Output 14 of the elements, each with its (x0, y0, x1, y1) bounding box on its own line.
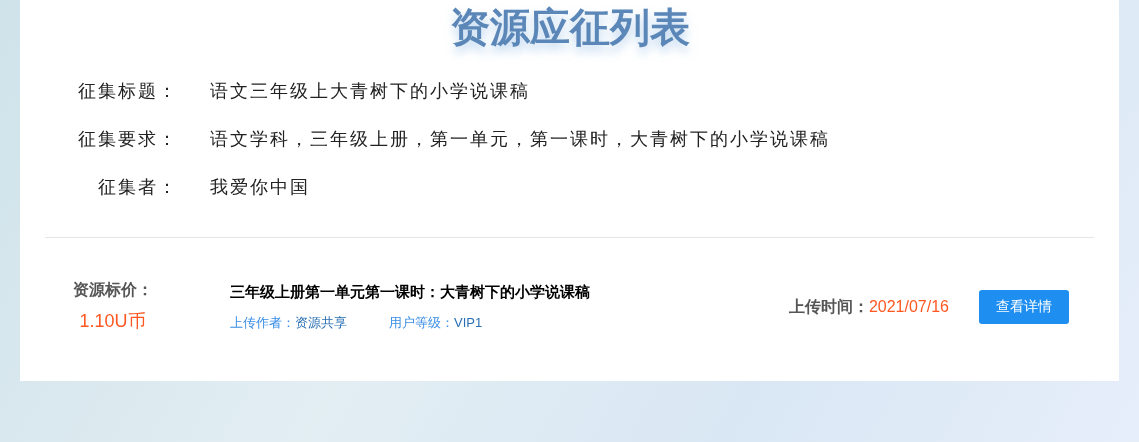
field-value: 语文三年级上大青树下的小学说课稿 (210, 80, 530, 103)
author-info: 上传作者：资源共享 (230, 314, 347, 332)
page-title: 资源应征列表 (449, 4, 690, 51)
field-value: 语文学科，三年级上册，第一单元，第一课时，大青树下的小学说课稿 (210, 128, 830, 151)
price: 1.10U币 (79, 310, 146, 333)
resource-title: 三年级上册第一单元第一课时：大青树下的小学说课稿 (230, 281, 590, 302)
user-level: 用户等级：VIP1 (389, 314, 483, 332)
field-label: 征集者： (98, 176, 178, 199)
upload-time: 上传时间：2021/07/16 (788, 296, 949, 317)
field-value: 我爱你中国 (210, 176, 310, 199)
field-label: 征集要求： (78, 128, 178, 151)
view-details-button[interactable]: 查看详情 (979, 289, 1069, 324)
field-label: 征集标题： (78, 80, 178, 103)
price-label: 资源标价： (72, 280, 153, 300)
